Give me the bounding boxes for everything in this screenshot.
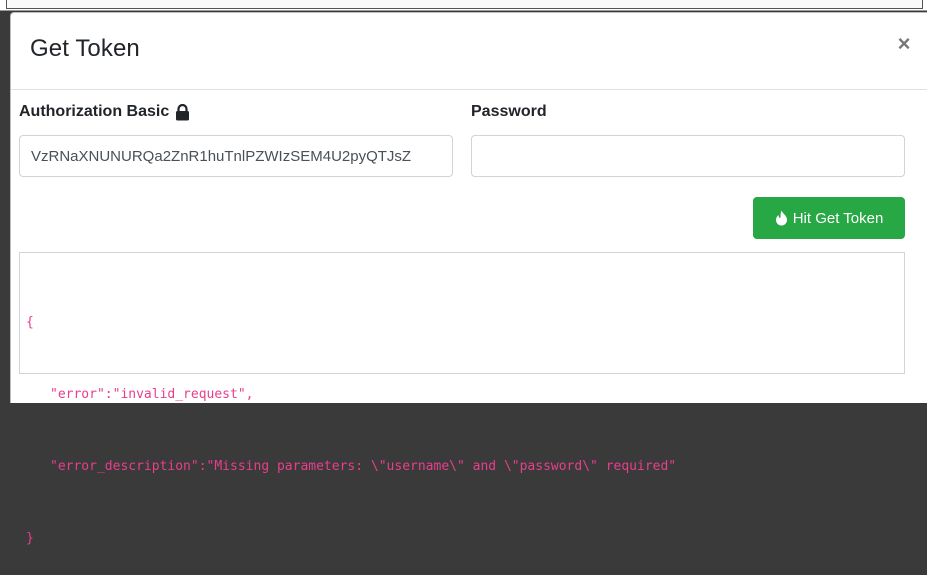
lock-icon [176,103,190,120]
background-page-frame [6,0,923,9]
fire-icon [775,210,787,226]
hit-get-token-button[interactable]: Hit Get Token [753,197,905,239]
authorization-input[interactable] [19,135,453,177]
background-page-strip [0,0,927,11]
modal-header: Get Token × [11,13,927,90]
response-line-description: "error_description":"Missing parameters:… [50,459,677,474]
close-button[interactable]: × [893,33,915,55]
authorization-label: Authorization Basic [19,103,190,121]
hit-get-token-label: Hit Get Token [792,209,884,227]
response-output: { "error":"invalid_request", "error_desc… [19,252,905,546]
modal-title: Get Token [30,35,140,62]
response-open-brace: { [26,315,34,330]
response-line-error: "error":"invalid_request", [50,387,254,402]
password-input[interactable] [471,135,905,177]
password-label: Password [471,103,547,120]
authorization-label-text: Authorization Basic [19,103,170,120]
response-close-brace: } [26,531,34,546]
